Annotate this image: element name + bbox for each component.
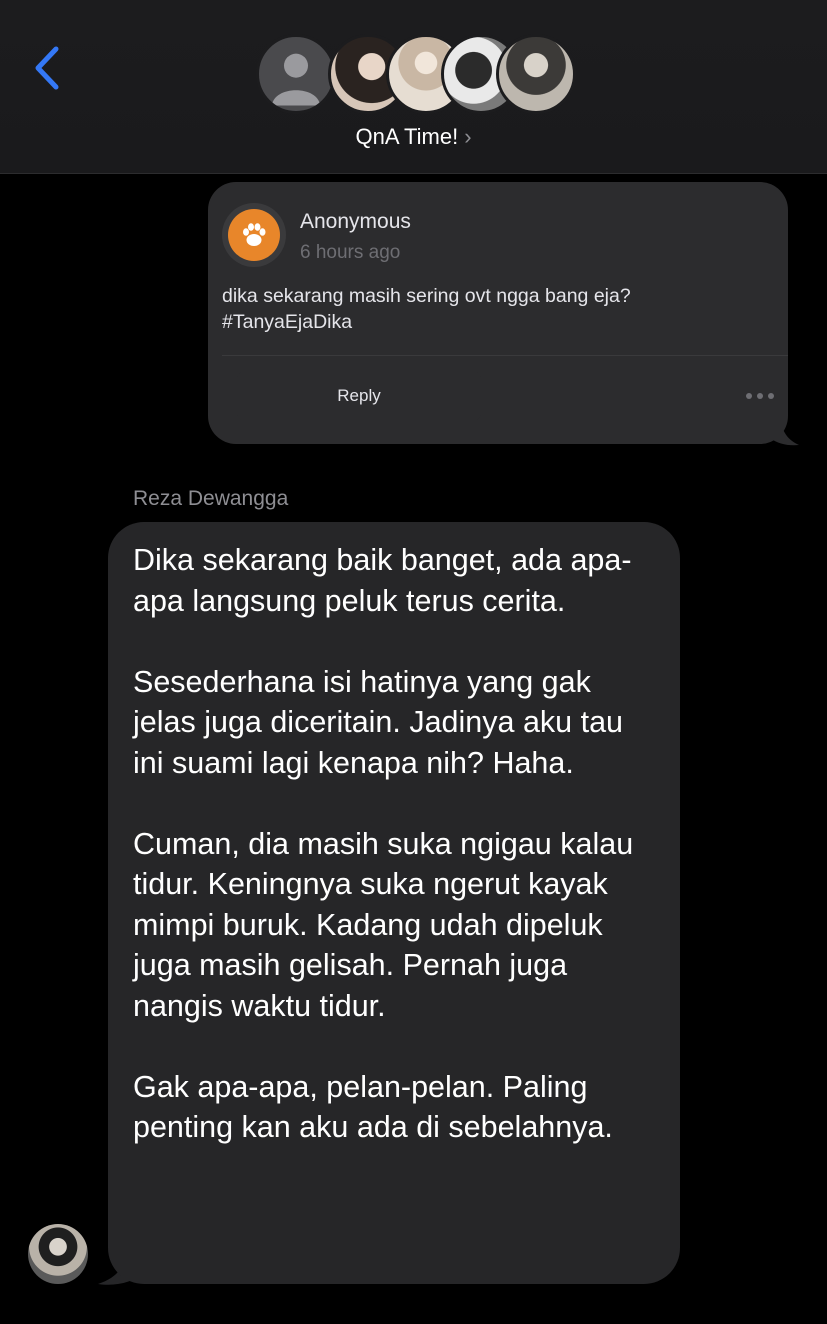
chevron-left-icon xyxy=(35,46,59,90)
message-paragraph: Gak apa-apa, pelan-pelan. Paling penting… xyxy=(133,1069,613,1145)
message-bubble[interactable]: Dika sekarang baik banget, ada apa-apa l… xyxy=(108,522,680,1284)
divider xyxy=(222,355,788,356)
sender-name: Reza Dewangga xyxy=(133,487,289,510)
question-timestamp: 6 hours ago xyxy=(300,242,401,263)
group-avatar-stack[interactable] xyxy=(256,34,576,116)
sender-avatar[interactable] xyxy=(28,1224,88,1284)
more-dots-icon[interactable] xyxy=(746,386,774,406)
paw-icon xyxy=(243,223,266,246)
chat-header: QnA Time! › xyxy=(0,0,827,174)
bubble-tail xyxy=(770,418,799,446)
chevron-right-icon: › xyxy=(464,124,472,149)
question-text: dika sekarang masih sering ovt ngga bang… xyxy=(222,285,631,333)
question-author: Anonymous xyxy=(300,210,411,233)
message-paragraph: Sesederhana isi hatinya yang gak jelas j… xyxy=(133,664,623,780)
back-button[interactable] xyxy=(22,38,72,98)
message-paragraph: Dika sekarang baik banget, ada apa-apa l… xyxy=(133,543,632,618)
member-avatar xyxy=(496,34,576,114)
message-paragraph: Cuman, dia masih suka ngigau kalau tidur… xyxy=(133,826,634,1023)
chat-screen: QnA Time! › Anonymous 6 hours ago dika se… xyxy=(0,0,827,1324)
member-avatar-placeholder xyxy=(256,34,336,114)
reply-button[interactable]: Reply xyxy=(237,371,481,421)
group-title[interactable]: QnA Time! › xyxy=(0,124,827,150)
anonymous-avatar xyxy=(222,203,286,267)
group-title-label: QnA Time! xyxy=(355,124,459,149)
person-icon xyxy=(271,53,321,106)
